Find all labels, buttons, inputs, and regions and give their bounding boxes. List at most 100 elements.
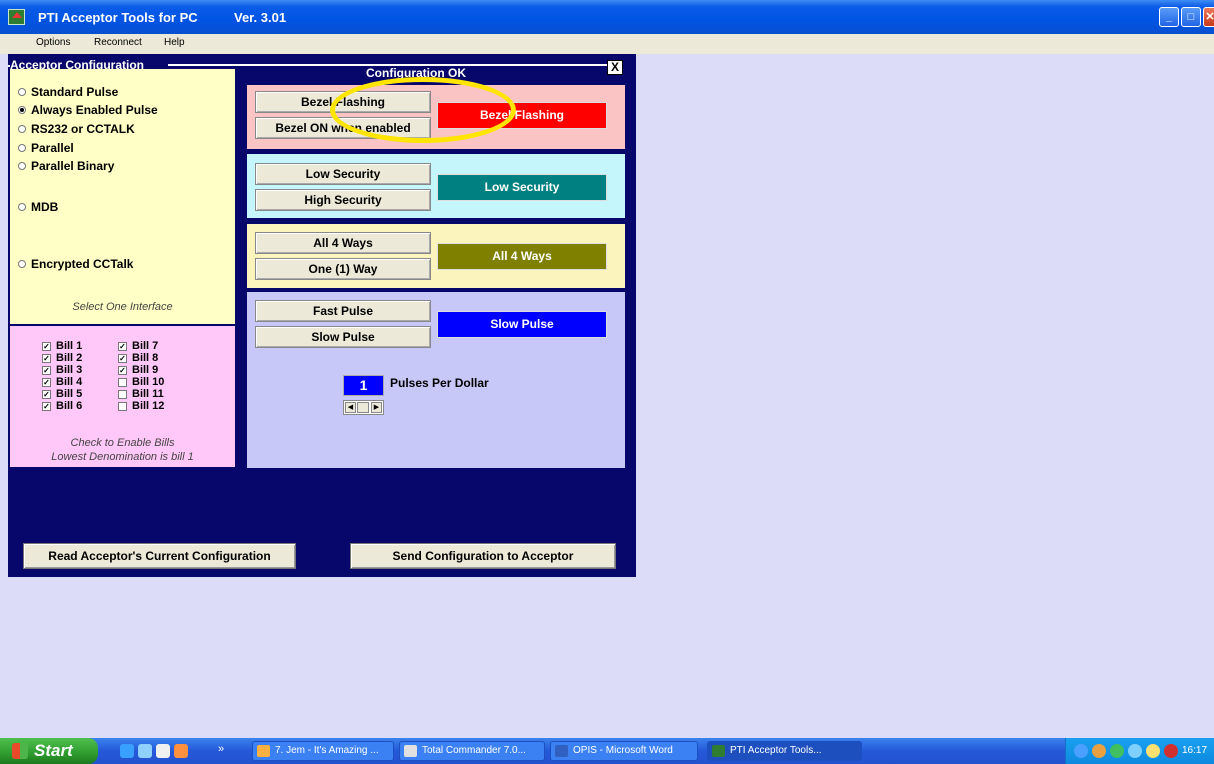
radio-button[interactable] bbox=[18, 88, 26, 96]
check-icon[interactable]: ✓ bbox=[42, 389, 51, 399]
tray-messenger-icon[interactable] bbox=[1146, 744, 1160, 758]
ways-section: All 4 Ways One (1) Way All 4 Ways bbox=[247, 224, 625, 288]
radio-button[interactable] bbox=[18, 125, 26, 133]
radio-mdb[interactable]: MDB bbox=[18, 200, 58, 214]
bill-4-checkbox[interactable]: ✓ Bill 4 bbox=[42, 376, 82, 388]
fast-pulse-button[interactable]: Fast Pulse bbox=[255, 300, 431, 322]
acceptor-configuration-window: Acceptor Configuration Configuration OK … bbox=[8, 54, 636, 577]
radio-button[interactable] bbox=[18, 162, 26, 170]
menu-reconnect[interactable]: Reconnect bbox=[94, 37, 142, 48]
radio-rs232-cctalk[interactable]: RS232 or CCTALK bbox=[18, 122, 135, 136]
bill-6-checkbox[interactable]: ✓ Bill 6 bbox=[42, 400, 82, 412]
radio-button[interactable] bbox=[18, 106, 26, 114]
bill-11-checkbox[interactable]: Bill 11 bbox=[118, 388, 164, 400]
highlight-annotation bbox=[330, 77, 516, 143]
start-button[interactable]: Start bbox=[0, 738, 98, 764]
task-label: OPIS - Microsoft Word bbox=[573, 745, 673, 756]
pulse-section: Fast Pulse Slow Pulse Slow Pulse 1 Pulse… bbox=[247, 292, 625, 468]
bill-5-checkbox[interactable]: ✓ Bill 5 bbox=[42, 388, 82, 400]
menu-options[interactable]: Options bbox=[36, 37, 70, 48]
pulses-per-dollar-label: Pulses Per Dollar bbox=[390, 376, 489, 390]
bill-2-checkbox[interactable]: ✓ Bill 2 bbox=[42, 352, 82, 364]
radio-always-enabled-pulse[interactable]: Always Enabled Pulse bbox=[18, 103, 158, 117]
bills-hint: Check to Enable Bills bbox=[70, 437, 175, 449]
app-icon bbox=[8, 9, 25, 25]
bill-label: Bill 2 bbox=[56, 352, 83, 364]
send-configuration-button[interactable]: Send Configuration to Acceptor bbox=[350, 543, 616, 569]
bill-8-checkbox[interactable]: ✓ Bill 8 bbox=[118, 352, 158, 364]
interface-hint: Select One Interface bbox=[72, 301, 173, 313]
tray-antivirus-icon[interactable] bbox=[1164, 744, 1178, 758]
window-title: PTI Acceptor Tools for PC bbox=[38, 10, 198, 25]
quicklaunch-browser-icon[interactable] bbox=[138, 744, 152, 758]
check-icon[interactable]: ✓ bbox=[42, 377, 51, 387]
bill-12-checkbox[interactable]: Bill 12 bbox=[118, 400, 164, 412]
tray-network-icon[interactable] bbox=[1074, 744, 1088, 758]
checkbox-box[interactable] bbox=[118, 401, 127, 411]
task-microsoft-word[interactable]: OPIS - Microsoft Word bbox=[550, 741, 698, 761]
checkbox-box[interactable] bbox=[118, 377, 127, 387]
maximize-button[interactable]: □ bbox=[1181, 7, 1201, 27]
word-icon bbox=[555, 745, 568, 757]
quicklaunch-disk-icon[interactable] bbox=[156, 744, 170, 758]
minimize-button[interactable]: _ bbox=[1159, 7, 1179, 27]
scrollbar-thumb[interactable] bbox=[357, 402, 369, 413]
radio-button[interactable] bbox=[18, 144, 26, 152]
menu-bar: Options Reconnect Help bbox=[0, 34, 1214, 54]
radio-button[interactable] bbox=[18, 260, 26, 268]
quicklaunch-chevron-icon[interactable]: » bbox=[218, 743, 224, 755]
radio-encrypted-cctalk[interactable]: Encrypted CCTalk bbox=[18, 257, 133, 271]
close-icon[interactable]: X bbox=[607, 60, 623, 75]
quicklaunch-app-icon[interactable] bbox=[174, 744, 188, 758]
close-window-button[interactable]: ✕ bbox=[1203, 7, 1214, 27]
radio-button[interactable] bbox=[18, 203, 26, 211]
slow-pulse-button[interactable]: Slow Pulse bbox=[255, 326, 431, 348]
check-icon[interactable]: ✓ bbox=[42, 353, 51, 363]
low-security-button[interactable]: Low Security bbox=[255, 163, 431, 185]
app-icon bbox=[712, 745, 725, 757]
task-pti-acceptor-tools[interactable]: PTI Acceptor Tools... bbox=[707, 741, 862, 761]
bill-label: Bill 5 bbox=[56, 388, 83, 400]
bill-10-checkbox[interactable]: Bill 10 bbox=[118, 376, 164, 388]
task-label: 7. Jem - It's Amazing ... bbox=[275, 745, 379, 756]
read-configuration-button[interactable]: Read Acceptor's Current Configuration bbox=[23, 543, 296, 569]
radio-label: Parallel Binary bbox=[31, 159, 115, 173]
title-bar[interactable]: PTI Acceptor Tools for PC Ver. 3.01 _ □ … bbox=[0, 0, 1214, 34]
one-way-button[interactable]: One (1) Way bbox=[255, 258, 431, 280]
bill-7-checkbox[interactable]: ✓ Bill 7 bbox=[118, 340, 158, 352]
bill-label: Bill 10 bbox=[132, 376, 165, 388]
radio-label: MDB bbox=[31, 200, 59, 214]
task-total-commander[interactable]: Total Commander 7.0... bbox=[399, 741, 545, 761]
bill-9-checkbox[interactable]: ✓ Bill 9 bbox=[118, 364, 158, 376]
check-icon[interactable]: ✓ bbox=[118, 353, 127, 363]
check-icon[interactable]: ✓ bbox=[118, 365, 127, 375]
window-version: Ver. 3.01 bbox=[234, 10, 287, 25]
check-icon[interactable]: ✓ bbox=[118, 341, 127, 351]
quicklaunch-ie-icon[interactable] bbox=[120, 744, 134, 758]
check-icon[interactable]: ✓ bbox=[42, 401, 51, 411]
check-icon[interactable]: ✓ bbox=[42, 341, 51, 351]
radio-parallel[interactable]: Parallel bbox=[18, 141, 74, 155]
music-icon bbox=[257, 745, 270, 757]
radio-parallel-binary[interactable]: Parallel Binary bbox=[18, 159, 114, 173]
task-label: PTI Acceptor Tools... bbox=[730, 745, 822, 756]
tray-app-icon[interactable] bbox=[1092, 744, 1106, 758]
pulses-per-dollar-scrollbar[interactable]: ◀ ▶ bbox=[343, 400, 384, 415]
bill-label: Bill 3 bbox=[56, 364, 83, 376]
check-icon[interactable]: ✓ bbox=[42, 365, 51, 375]
radio-standard-pulse[interactable]: Standard Pulse bbox=[18, 85, 118, 99]
tray-security-icon[interactable] bbox=[1110, 744, 1124, 758]
arrow-left-icon[interactable]: ◀ bbox=[345, 402, 356, 413]
checkbox-box[interactable] bbox=[118, 389, 127, 399]
bill-3-checkbox[interactable]: ✓ Bill 3 bbox=[42, 364, 82, 376]
tray-sync-icon[interactable] bbox=[1128, 744, 1142, 758]
clock[interactable]: 16:17 bbox=[1182, 745, 1207, 756]
high-security-button[interactable]: High Security bbox=[255, 189, 431, 211]
task-jem-player[interactable]: 7. Jem - It's Amazing ... bbox=[252, 741, 394, 761]
radio-label: Always Enabled Pulse bbox=[31, 103, 158, 117]
bill-1-checkbox[interactable]: ✓ Bill 1 bbox=[42, 340, 82, 352]
arrow-right-icon[interactable]: ▶ bbox=[371, 402, 382, 413]
all-4-ways-button[interactable]: All 4 Ways bbox=[255, 232, 431, 254]
menu-help[interactable]: Help bbox=[164, 37, 185, 48]
pulse-indicator: Slow Pulse bbox=[437, 311, 607, 338]
